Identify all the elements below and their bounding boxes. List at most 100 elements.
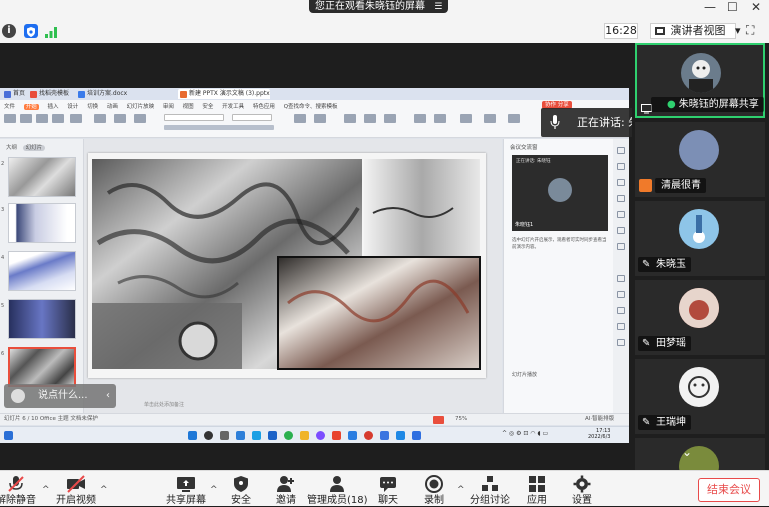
current-slide[interactable] <box>88 153 486 378</box>
settings-button[interactable]: 设置 <box>552 475 612 507</box>
search-icon[interactable] <box>204 431 213 440</box>
menu-item[interactable]: 特色应用 <box>253 104 275 110</box>
zoom-level[interactable]: 75% <box>455 414 467 425</box>
menu-item[interactable]: 开发工具 <box>222 104 244 110</box>
close-button[interactable]: ✕ <box>751 0 761 14</box>
slide-thumbnail[interactable] <box>8 251 76 291</box>
app-icon[interactable] <box>364 431 373 440</box>
ribbon-tool-icon[interactable] <box>460 114 472 123</box>
menu-item-selected[interactable]: 开始 <box>23 104 39 110</box>
font-select[interactable] <box>164 114 224 121</box>
app-tab-home[interactable]: 首页 <box>2 89 25 99</box>
slideshow-button[interactable]: 幻灯片播放 <box>512 371 537 378</box>
chat-quick-input[interactable]: 说点什么... ‹ <box>4 384 116 408</box>
app-icon[interactable] <box>316 431 325 440</box>
screen-share-banner[interactable]: 您正在观看朱晓钰的屏幕 ☰ <box>309 0 449 14</box>
menu-icon[interactable]: ☰ <box>434 1 442 14</box>
ribbon-tool-icon[interactable] <box>20 114 32 123</box>
end-meeting-button[interactable]: 结束会议 <box>698 478 760 502</box>
menu-item[interactable]: 动画 <box>107 104 118 110</box>
tool-icon[interactable] <box>617 339 625 346</box>
app-icon[interactable] <box>380 431 389 440</box>
menu-item[interactable]: 安全 <box>202 104 213 110</box>
slide-thumbnail[interactable] <box>8 299 76 339</box>
tab-slides[interactable]: 幻灯片 <box>22 145 46 151</box>
tool-icon[interactable] <box>617 307 625 314</box>
app-icon[interactable] <box>284 431 293 440</box>
menu-item[interactable]: 幻灯片放映 <box>127 104 155 110</box>
app-icon[interactable] <box>348 431 357 440</box>
ribbon-tool-icon[interactable] <box>484 114 496 123</box>
chevron-up-icon[interactable]: ^ <box>100 485 108 495</box>
app-icon[interactable] <box>268 431 277 440</box>
tool-icon[interactable] <box>617 275 625 282</box>
menu-item[interactable]: 插入 <box>48 104 59 110</box>
app-icon[interactable] <box>332 431 341 440</box>
app-icon[interactable] <box>412 431 421 440</box>
slide-thumbnail-selected[interactable] <box>8 347 76 387</box>
participant-tile[interactable]: ● 朱晓钰的屏幕共享 <box>635 43 765 118</box>
collapse-icon[interactable]: ‹ <box>106 384 110 408</box>
tool-icon[interactable] <box>617 243 625 250</box>
tool-icon[interactable] <box>617 179 625 186</box>
share-screen-button[interactable]: 共享屏幕 <box>156 475 216 507</box>
menu-item[interactable]: 切换 <box>87 104 98 110</box>
tool-icon[interactable] <box>617 163 625 170</box>
tool-icon[interactable] <box>617 227 625 234</box>
ribbon-tool-icon[interactable] <box>114 114 126 123</box>
ribbon-tool-icon[interactable] <box>414 114 426 123</box>
system-tray[interactable]: ^ ◎ ⚙ ⊡ ◠ ◖ ▭ <box>502 430 548 437</box>
taskbar-clock[interactable]: 17:13 2022/6/3 <box>588 428 610 440</box>
minimize-button[interactable]: — <box>704 0 716 14</box>
tool-icon[interactable] <box>617 195 625 202</box>
signal-icon[interactable] <box>44 24 58 38</box>
speaker-view-button[interactable]: 演讲者视图 ▾ <box>650 23 741 39</box>
app-icon[interactable] <box>396 431 405 440</box>
play-slideshow-icon[interactable] <box>433 416 444 424</box>
record-button[interactable]: 录制 <box>404 475 464 507</box>
ribbon-tool-icon[interactable] <box>36 114 48 123</box>
fullscreen-icon[interactable]: ⛶ <box>746 23 754 38</box>
ribbon-tool-icon[interactable] <box>384 114 396 123</box>
app-tab-docx[interactable]: 培训方案.docx <box>76 89 127 99</box>
ribbon-tool-icon[interactable] <box>4 114 16 123</box>
chevron-down-icon[interactable]: ⌄ <box>682 445 692 459</box>
font-format-tools[interactable] <box>164 125 274 130</box>
search-commands[interactable]: Q查找命令、搜索模板 <box>284 104 338 110</box>
widgets-icon[interactable] <box>4 431 13 440</box>
app-icon[interactable] <box>252 431 261 440</box>
app-tab-templates[interactable]: 找稻壳模板 <box>28 89 69 99</box>
font-size-select[interactable] <box>232 114 272 121</box>
menu-item[interactable]: 审阅 <box>163 104 174 110</box>
slide-thumbnail[interactable] <box>8 157 76 197</box>
menu-item[interactable]: 视图 <box>183 104 194 110</box>
tool-icon[interactable] <box>617 323 625 330</box>
tool-icon[interactable] <box>617 211 625 218</box>
menu-item[interactable]: 设计 <box>67 104 78 110</box>
ribbon-tool-icon[interactable] <box>52 114 64 123</box>
participant-tile[interactable]: ✎ 朱晓玉 <box>635 201 765 276</box>
ribbon-tool-icon[interactable] <box>364 114 376 123</box>
slide-thumbnail[interactable] <box>8 203 76 243</box>
info-icon[interactable]: i <box>2 24 16 38</box>
taskview-icon[interactable] <box>220 431 229 440</box>
ribbon-tool-icon[interactable] <box>70 114 82 123</box>
windows-start-icon[interactable] <box>188 431 197 440</box>
ribbon-tool-icon[interactable] <box>94 114 106 123</box>
start-video-button[interactable]: 开启视频 <box>46 475 106 507</box>
tool-icon[interactable] <box>617 147 625 154</box>
security-shield-icon[interactable] <box>24 24 38 38</box>
app-icon[interactable] <box>300 431 309 440</box>
ribbon-tool-icon[interactable] <box>294 114 306 123</box>
ribbon-tool-icon[interactable] <box>434 114 446 123</box>
ai-layout-button[interactable]: AI·智能排版 <box>585 414 614 425</box>
ribbon-tool-icon[interactable] <box>134 114 146 123</box>
maximize-button[interactable]: ☐ <box>727 0 738 14</box>
participant-tile[interactable]: 清晨很青 <box>635 122 765 197</box>
app-tab-pptx[interactable]: 新建 PPTX 演示文稿 (3).pptx <box>178 89 270 99</box>
participant-tile[interactable] <box>635 438 765 470</box>
participant-tile[interactable]: ✎ 田梦瑶 <box>635 280 765 355</box>
slide-notes[interactable]: 单击此处添加备注 <box>84 399 502 411</box>
ribbon-tool-icon[interactable] <box>508 114 520 123</box>
ribbon-tool-icon[interactable] <box>314 114 326 123</box>
